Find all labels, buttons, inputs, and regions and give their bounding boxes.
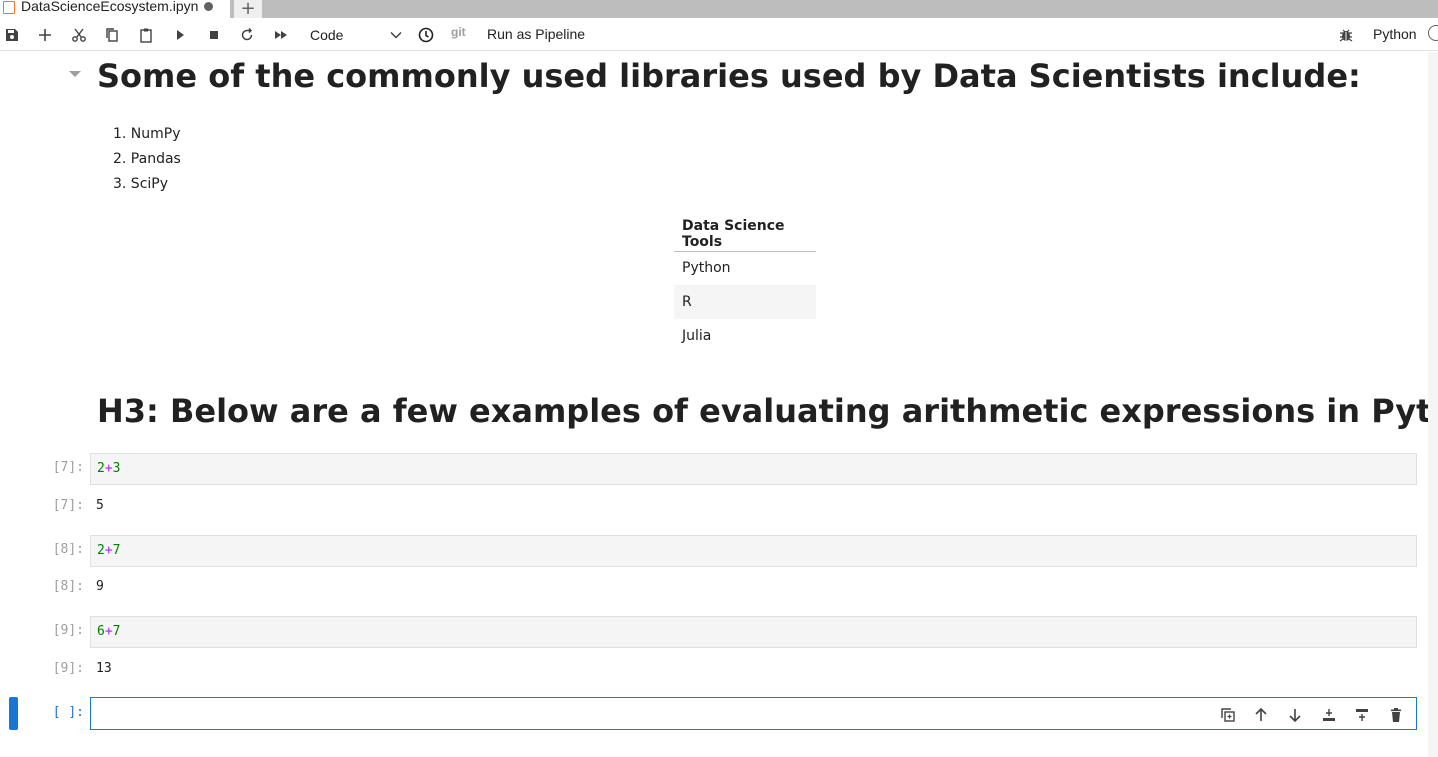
move-up-icon[interactable] bbox=[1251, 705, 1271, 725]
cell-type-select[interactable]: Code bbox=[310, 25, 402, 45]
tab-bar: DataScienceEcosystem.ipyn + bbox=[0, 0, 1438, 18]
delete-cell-icon[interactable] bbox=[1386, 705, 1406, 725]
table-row: Python bbox=[674, 251, 816, 285]
run-as-pipeline-button[interactable]: Run as Pipeline bbox=[487, 26, 585, 42]
fast-forward-icon[interactable] bbox=[269, 24, 293, 46]
new-tab-button[interactable]: + bbox=[234, 0, 262, 18]
save-icon[interactable] bbox=[0, 24, 24, 46]
list-item: 2. Pandas bbox=[113, 151, 181, 167]
cell-type-value: Code bbox=[310, 27, 344, 43]
stop-icon[interactable] bbox=[202, 24, 226, 46]
table-cell: Julia bbox=[682, 328, 712, 344]
vertical-scrollbar[interactable] bbox=[1428, 52, 1438, 757]
input-prompt: [8]: bbox=[52, 542, 84, 557]
code-cell-input[interactable]: 2+7 bbox=[90, 535, 1417, 567]
table-cell: R bbox=[674, 285, 816, 319]
list-item: 1. NumPy bbox=[113, 126, 181, 142]
cell-output: 13 bbox=[96, 661, 112, 676]
duplicate-cell-icon[interactable] bbox=[1218, 705, 1238, 725]
libraries-heading: Some of the commonly used libraries used… bbox=[97, 57, 1361, 95]
libraries-list: 1. NumPy 2. Pandas 3. SciPy bbox=[113, 122, 181, 197]
code-cell-input[interactable]: 6+7 bbox=[90, 616, 1417, 648]
collapse-heading-icon[interactable] bbox=[69, 71, 81, 77]
notebook-icon bbox=[3, 0, 15, 14]
cell-output: 9 bbox=[96, 579, 104, 594]
code-text: 6+7 bbox=[97, 624, 121, 639]
kernel-status-icon bbox=[1428, 25, 1438, 41]
notebook-panel: Some of the commonly used libraries used… bbox=[0, 52, 1438, 757]
restart-icon[interactable] bbox=[235, 24, 259, 46]
chevron-down-icon bbox=[390, 31, 402, 39]
insert-above-icon[interactable] bbox=[1352, 705, 1372, 725]
table-row: Julia bbox=[674, 319, 816, 353]
add-icon[interactable] bbox=[33, 24, 57, 46]
table-header: Data Science Tools bbox=[674, 218, 816, 252]
arithmetic-heading: H3: Below are a few examples of evaluati… bbox=[97, 392, 1438, 430]
code-text: 2+3 bbox=[97, 461, 121, 476]
active-code-cell-input[interactable] bbox=[90, 697, 1417, 730]
run-icon[interactable] bbox=[168, 24, 192, 46]
output-prompt: [8]: bbox=[52, 579, 84, 594]
tab-title: DataScienceEcosystem.ipyn bbox=[21, 0, 199, 14]
table-cell: Python bbox=[682, 260, 731, 277]
insert-below-icon[interactable] bbox=[1319, 705, 1339, 725]
paste-icon[interactable] bbox=[134, 24, 158, 46]
bug-icon[interactable] bbox=[1334, 24, 1358, 46]
copy-icon[interactable] bbox=[100, 24, 124, 46]
input-prompt: [9]: bbox=[52, 623, 84, 638]
code-text: 2+7 bbox=[97, 543, 121, 558]
kernel-name[interactable]: Python bbox=[1373, 26, 1417, 42]
move-down-icon[interactable] bbox=[1285, 705, 1305, 725]
history-icon[interactable] bbox=[414, 24, 438, 46]
input-prompt: [7]: bbox=[52, 460, 84, 475]
code-cell-input[interactable]: 2+3 bbox=[90, 453, 1417, 485]
cut-icon[interactable] bbox=[67, 24, 91, 46]
input-prompt: [ ]: bbox=[52, 705, 84, 720]
cell-output: 5 bbox=[96, 498, 104, 513]
git-label[interactable]: git bbox=[451, 25, 466, 39]
notebook-tab[interactable]: DataScienceEcosystem.ipyn bbox=[0, 0, 230, 18]
data-science-tools-table: Data Science Tools Python R Julia bbox=[674, 218, 816, 353]
table-header-row: Data Science Tools bbox=[674, 218, 816, 252]
notebook-toolbar: Code git Run as Pipeline Python bbox=[0, 18, 1438, 51]
output-prompt: [9]: bbox=[52, 661, 84, 676]
table-row: R bbox=[674, 285, 816, 319]
list-item: 3. SciPy bbox=[113, 176, 169, 192]
unsaved-indicator-icon[interactable] bbox=[204, 1, 214, 11]
output-prompt: [7]: bbox=[52, 498, 84, 513]
